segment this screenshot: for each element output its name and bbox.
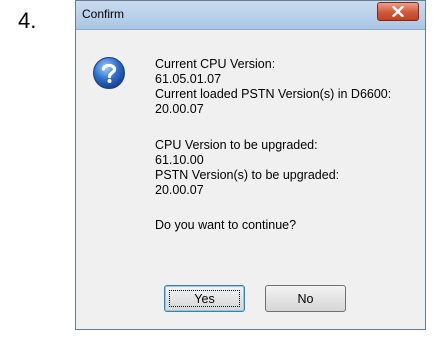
question-icon	[93, 57, 125, 89]
step-number: 4.	[18, 8, 37, 33]
close-icon	[392, 6, 404, 17]
confirm-dialog: Confirm Current CPU Version: 61.05.01.07…	[75, 0, 426, 330]
cpu-upgrade-value: 61.10.00	[155, 153, 204, 167]
dialog-title: Confirm	[82, 7, 125, 21]
cpu-version-label: Current CPU Version:	[155, 57, 276, 71]
yes-button[interactable]: Yes	[164, 285, 245, 312]
no-button[interactable]: No	[265, 285, 346, 312]
cpu-upgrade-label: CPU Version to be upgraded:	[155, 138, 318, 152]
cpu-version-value: 61.05.01.07	[155, 72, 222, 86]
close-button[interactable]	[377, 2, 419, 21]
title-bar[interactable]: Confirm	[76, 1, 425, 30]
focus-ring	[169, 290, 240, 307]
pstn-upgrade-value: 20.00.07	[155, 183, 204, 197]
continue-question: Do you want to continue?	[155, 218, 297, 232]
pstn-upgrade-label: PSTN Version(s) to be upgraded:	[155, 168, 340, 182]
pstn-version-label: Current loaded PSTN Version(s) in D6600:	[155, 87, 392, 101]
no-button-label: No	[297, 291, 314, 306]
pstn-version-value: 20.00.07	[155, 102, 204, 116]
